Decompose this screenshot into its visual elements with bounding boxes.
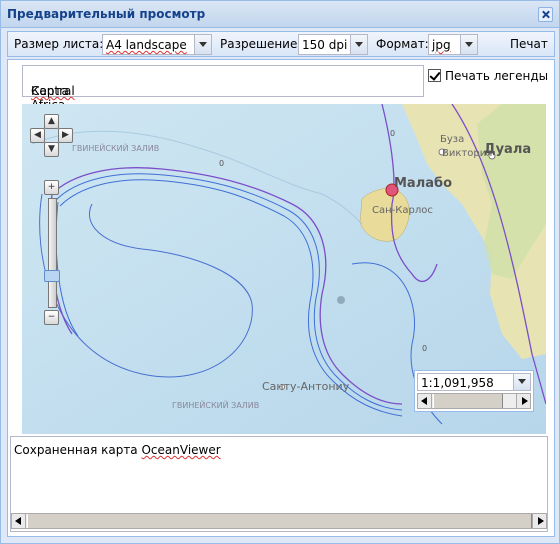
scroll-left-icon[interactable] xyxy=(418,394,432,408)
resolution-label: Разрешение: xyxy=(220,37,302,51)
map-preview[interactable]: Малабо Сан-Карлос Буза Виктория Дуала Са… xyxy=(22,104,546,434)
format-select[interactable]: jpg xyxy=(428,34,478,55)
print-legend-label: Печать легенды xyxy=(445,69,549,83)
scale-select[interactable]: 1:1,091,958 xyxy=(417,373,531,391)
contour-label: 0 xyxy=(390,129,396,138)
label-duala: Дуала xyxy=(484,142,532,157)
contour-label: 0 xyxy=(422,344,428,353)
print-toolbar: Размер листа: A4 landscape Разрешение: 1… xyxy=(7,31,555,57)
label-santu-antoniu: Санту-Антониу xyxy=(262,380,350,393)
scroll-thumb[interactable] xyxy=(433,394,503,408)
format-label: Формат: xyxy=(376,37,429,51)
checkbox-checked-icon[interactable] xyxy=(428,69,441,82)
scroll-right-icon[interactable] xyxy=(532,514,546,528)
label-san-carlos: Сан-Карлос xyxy=(372,205,433,216)
scale-scrollbar[interactable] xyxy=(417,393,531,409)
scale-value: 1:1,091,958 xyxy=(421,376,494,390)
preview-panel: Карта Central Africa Печать легенды xyxy=(7,59,555,537)
map-description-text: Сохраненная карта OceanViewer xyxy=(14,443,221,457)
page-size-value: A4 landscape xyxy=(106,38,187,52)
format-value: jpg xyxy=(432,38,451,52)
zoom-slider[interactable] xyxy=(48,198,57,308)
description-prefix: Сохраненная карта xyxy=(14,443,142,457)
label-gulf-bottom: ГВИНЕЙСКИЙ ЗАЛИВ xyxy=(172,401,260,410)
pan-right-icon[interactable]: ▶ xyxy=(58,128,73,143)
zoom-slider-handle[interactable] xyxy=(44,270,60,282)
chevron-down-icon[interactable] xyxy=(194,35,211,54)
print-button[interactable]: Печат xyxy=(510,37,548,51)
label-gulf-top: ГВИНЕЙСКИЙ ЗАЛИВ xyxy=(72,144,160,153)
scroll-left-icon[interactable] xyxy=(12,514,26,528)
pan-up-icon[interactable]: ▲ xyxy=(44,114,59,129)
pan-down-icon[interactable]: ▼ xyxy=(44,142,59,157)
pan-left-icon[interactable]: ◀ xyxy=(30,128,45,143)
window-titlebar: Предварительный просмотр xyxy=(1,1,559,28)
seamount xyxy=(337,296,345,304)
close-icon[interactable] xyxy=(538,7,553,22)
scroll-thumb[interactable] xyxy=(27,514,532,528)
print-preview-window: Предварительный просмотр Размер листа: A… xyxy=(0,0,560,544)
chevron-down-icon[interactable] xyxy=(350,35,367,54)
chevron-down-icon[interactable] xyxy=(460,35,477,54)
resolution-select[interactable]: 150 dpi xyxy=(298,34,368,55)
label-malabo: Малабо xyxy=(394,176,453,191)
map-description-textarea[interactable]: Сохраненная карта OceanViewer xyxy=(10,436,548,532)
zoom-in-icon[interactable]: + xyxy=(44,180,59,195)
page-size-label: Размер листа: xyxy=(14,37,104,51)
scroll-right-icon[interactable] xyxy=(516,394,530,408)
resolution-value: 150 dpi xyxy=(302,38,348,52)
window-title: Предварительный просмотр xyxy=(7,7,206,21)
description-name: OceanViewer xyxy=(141,443,221,457)
description-scrollbar[interactable] xyxy=(11,513,547,529)
chevron-down-icon[interactable] xyxy=(513,374,530,390)
contour-label: 0 xyxy=(219,159,225,168)
zoom-out-icon[interactable]: − xyxy=(44,310,59,325)
label-buza: Буза xyxy=(440,134,465,145)
map-title-input[interactable]: Карта Central Africa xyxy=(22,65,424,112)
scale-control: 1:1,091,958 xyxy=(414,370,534,412)
page-size-select[interactable]: A4 landscape xyxy=(102,34,212,55)
